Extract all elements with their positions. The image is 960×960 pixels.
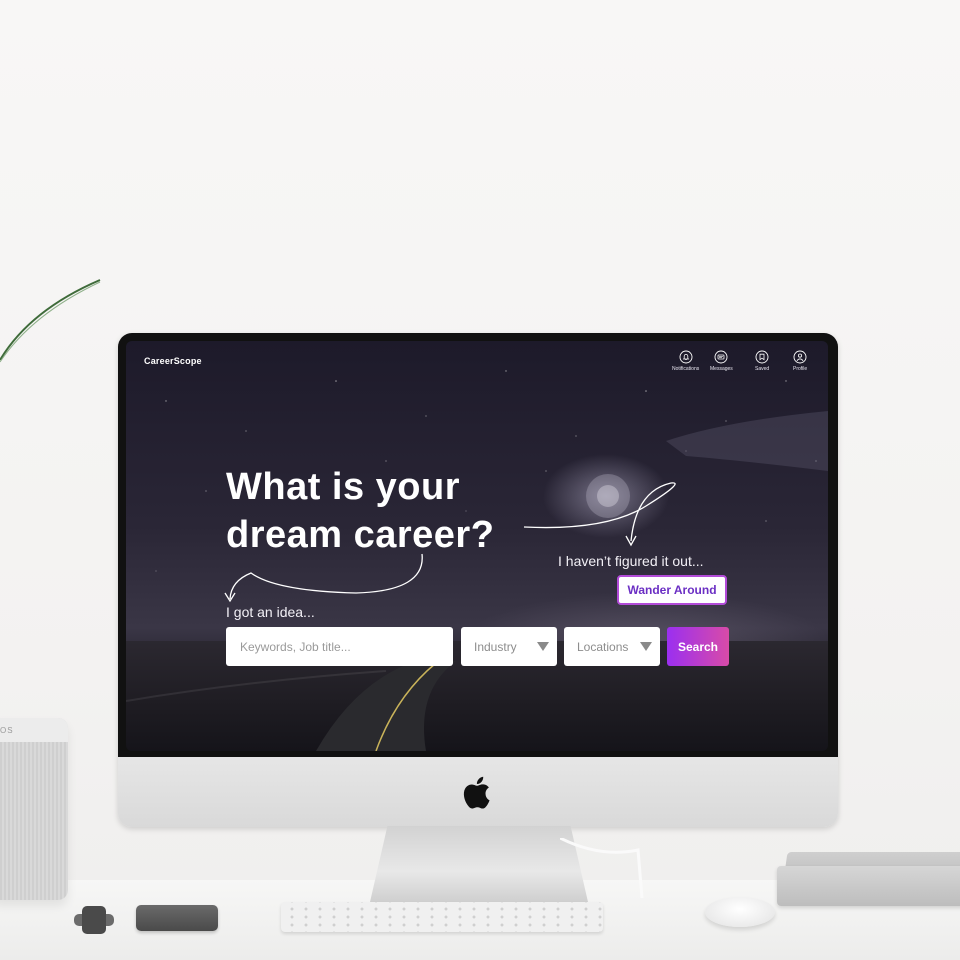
- laptop: [777, 866, 960, 906]
- bookmark-icon: [755, 350, 769, 364]
- smartphone: [136, 905, 218, 931]
- plant-leaf: [0, 279, 101, 363]
- nav-messages[interactable]: Messages: [710, 350, 733, 372]
- imac-stand: [370, 826, 588, 902]
- headline-line-2: dream career?: [226, 514, 495, 556]
- headline-line-1: What is your: [226, 466, 461, 508]
- industry-select-value: Industry: [474, 639, 517, 654]
- locations-select-value: Locations: [577, 639, 629, 654]
- nav-profile[interactable]: Profile: [793, 350, 807, 372]
- mouse: [705, 897, 775, 927]
- chevron-down-icon: [640, 642, 652, 651]
- message-icon: [714, 350, 728, 364]
- nav-label: Profile: [793, 366, 808, 372]
- bell-icon: [679, 350, 693, 364]
- power-cable: [560, 838, 644, 898]
- chevron-down-icon: [537, 642, 549, 651]
- not-figured-label: I haven’t figured it out...: [558, 553, 704, 569]
- apple-logo-icon: [463, 776, 490, 809]
- nav-label: Saved: [755, 366, 770, 372]
- keyboard: [281, 902, 603, 932]
- keywords-search-input[interactable]: [226, 627, 453, 666]
- search-button[interactable]: Search: [667, 627, 729, 666]
- smartwatch: [74, 906, 114, 934]
- industry-select[interactable]: Industry: [461, 627, 557, 666]
- nav-label: Messages: [710, 366, 733, 372]
- speaker: [0, 718, 68, 900]
- speaker-brand: OS: [0, 726, 14, 735]
- app-screen: CareerScope Notifications Messages Saved…: [126, 341, 828, 751]
- idea-label: I got an idea...: [226, 604, 315, 620]
- nav-notifications[interactable]: Notifications: [672, 350, 699, 372]
- hero-headline: What is your dream career?: [226, 463, 494, 559]
- brand-logo[interactable]: CareerScope: [144, 356, 202, 366]
- user-icon: [793, 350, 807, 364]
- nav-saved[interactable]: Saved: [755, 350, 769, 372]
- nav-label: Notifications: [672, 366, 700, 372]
- locations-select[interactable]: Locations: [564, 627, 660, 666]
- wander-around-button[interactable]: Wander Around: [617, 575, 727, 605]
